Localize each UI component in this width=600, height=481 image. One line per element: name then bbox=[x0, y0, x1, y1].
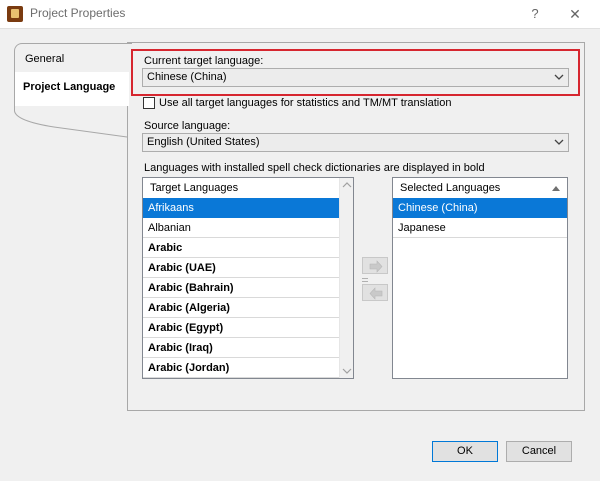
spell-check-note: Languages with installed spell check dic… bbox=[144, 162, 485, 174]
tab-general[interactable]: General bbox=[14, 43, 132, 73]
list-item-label: Chinese (China) bbox=[398, 202, 478, 214]
selected-languages-header[interactable]: Selected Languages bbox=[393, 178, 567, 199]
target-list-scrollbar[interactable] bbox=[339, 178, 353, 378]
source-language-dropdown[interactable]: English (United States) bbox=[142, 133, 569, 152]
current-target-dropdown[interactable]: Chinese (China) bbox=[142, 68, 569, 87]
list-item[interactable]: Japanese bbox=[393, 218, 567, 238]
arrow-left-icon bbox=[369, 287, 383, 300]
use-all-checkbox[interactable] bbox=[143, 97, 155, 109]
scroll-down-icon[interactable] bbox=[342, 367, 352, 375]
tab-project-language-label: Project Language bbox=[23, 81, 116, 93]
cancel-button[interactable]: Cancel bbox=[506, 441, 572, 462]
selected-languages-list[interactable]: Selected Languages Chinese (China) Japan… bbox=[392, 177, 568, 379]
list-item-label: Arabic bbox=[148, 242, 183, 254]
list-item[interactable]: Arabic bbox=[143, 238, 339, 258]
remove-language-button[interactable] bbox=[362, 284, 388, 301]
scroll-up-icon[interactable] bbox=[342, 181, 352, 189]
ok-button[interactable]: OK bbox=[432, 441, 498, 462]
list-item[interactable]: Arabic (Bahrain) bbox=[143, 278, 339, 298]
list-item-label: Arabic (Iraq) bbox=[148, 342, 213, 354]
tab-curve-decoration bbox=[14, 105, 128, 138]
source-language-label: Source language: bbox=[144, 120, 231, 132]
title-bar: Project Properties ? ✕ bbox=[0, 0, 600, 28]
list-item[interactable]: Arabic (Egypt) bbox=[143, 318, 339, 338]
list-item[interactable]: Arabic (UAE) bbox=[143, 258, 339, 278]
current-target-value: Chinese (China) bbox=[147, 71, 227, 83]
target-languages-header[interactable]: Target Languages bbox=[143, 178, 339, 199]
arrow-right-icon bbox=[369, 260, 383, 273]
tab-general-label: General bbox=[25, 53, 65, 65]
close-button[interactable]: ✕ bbox=[564, 4, 586, 24]
list-item-label: Arabic (UAE) bbox=[148, 262, 216, 274]
selected-languages-header-label: Selected Languages bbox=[400, 182, 501, 194]
window-title: Project Properties bbox=[30, 6, 126, 20]
target-languages-list[interactable]: Target Languages Afrikaans Albanian Arab… bbox=[142, 177, 354, 379]
list-item-label: Arabic (Bahrain) bbox=[148, 282, 234, 294]
list-item-label: Afrikaans bbox=[148, 202, 194, 214]
list-item-label: Arabic (Jordan) bbox=[148, 362, 230, 374]
app-logo-icon bbox=[7, 6, 23, 22]
tab-project-language[interactable]: Project Language bbox=[14, 72, 128, 106]
list-item[interactable]: Arabic (Iraq) bbox=[143, 338, 339, 358]
tab-join bbox=[128, 72, 129, 106]
list-item[interactable]: Arabic (Jordan) bbox=[143, 358, 339, 378]
list-item[interactable]: Afrikaans bbox=[143, 198, 339, 218]
add-language-button[interactable] bbox=[362, 257, 388, 274]
sort-up-icon[interactable] bbox=[551, 184, 561, 192]
chevron-down-icon bbox=[554, 139, 564, 145]
chevron-down-icon bbox=[554, 74, 564, 80]
list-item[interactable]: Chinese (China) bbox=[393, 198, 567, 218]
use-all-label: Use all target languages for statistics … bbox=[159, 97, 452, 109]
list-item-label: Albanian bbox=[148, 222, 191, 234]
list-item[interactable]: Arabic (Algeria) bbox=[143, 298, 339, 318]
list-item-label: Arabic (Egypt) bbox=[148, 322, 224, 334]
help-button[interactable]: ? bbox=[524, 4, 546, 24]
list-item-label: Japanese bbox=[398, 222, 446, 234]
list-item-label: Arabic (Algeria) bbox=[148, 302, 230, 314]
target-languages-header-label: Target Languages bbox=[150, 182, 239, 194]
list-item[interactable]: Albanian bbox=[143, 218, 339, 238]
source-language-value: English (United States) bbox=[147, 136, 260, 148]
current-target-label: Current target language: bbox=[144, 55, 264, 67]
